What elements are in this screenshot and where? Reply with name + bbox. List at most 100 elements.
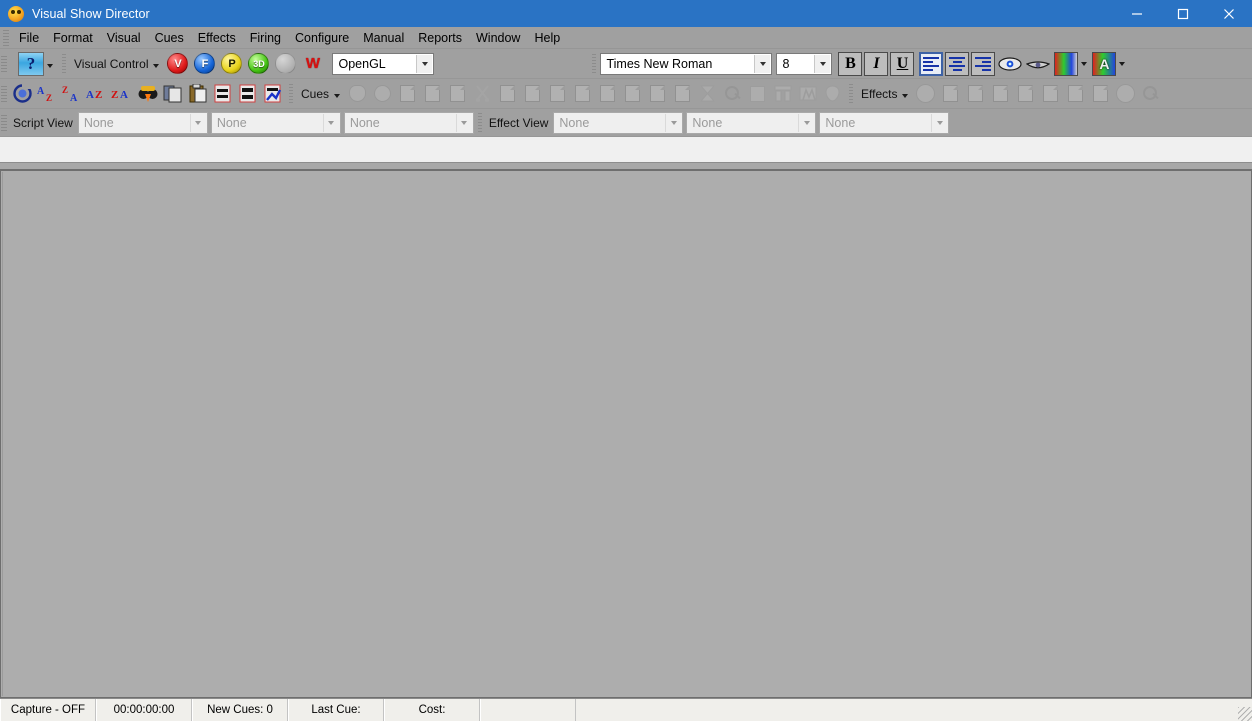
font-family-chevron-down-icon[interactable] xyxy=(754,54,771,73)
sort-za-icon[interactable]: Z A xyxy=(111,83,134,105)
menu-help[interactable]: Help xyxy=(527,29,567,47)
font-size-value: 8 xyxy=(782,56,790,71)
script-view-chevron-down-icon-1[interactable] xyxy=(189,113,206,132)
cue-new-icon xyxy=(346,83,369,105)
fill-color-button[interactable] xyxy=(1054,51,1079,76)
paste-icon[interactable] xyxy=(186,83,209,105)
refresh-icon[interactable] xyxy=(11,83,34,105)
window-title: Visual Show Director xyxy=(32,6,150,21)
doc-replace-icon[interactable] xyxy=(236,83,259,105)
fill-color-chevron-down-icon[interactable] xyxy=(1081,61,1088,66)
align-center-icon[interactable] xyxy=(945,51,970,76)
title-bar: Visual Show Director xyxy=(0,0,1252,27)
resize-grip-icon[interactable] xyxy=(1238,707,1252,721)
menu-window[interactable]: Window xyxy=(469,29,527,47)
svg-text:Z: Z xyxy=(46,93,52,103)
eye-open-icon[interactable] xyxy=(997,53,1023,75)
cue-table-icon xyxy=(771,83,794,105)
toolbar-gap-band xyxy=(0,137,1252,163)
script-view-select-3[interactable]: None xyxy=(343,111,474,134)
workspace-area[interactable] xyxy=(0,169,1252,698)
eye-closed-icon[interactable] xyxy=(1025,53,1051,75)
help-button[interactable]: ? xyxy=(18,51,44,76)
menu-visual[interactable]: Visual xyxy=(100,29,148,47)
menu-effects[interactable]: Effects xyxy=(191,29,243,47)
visual-button[interactable]: V xyxy=(167,53,189,74)
script-view-value-3: None xyxy=(349,115,380,130)
effect-circle-icon xyxy=(914,83,937,105)
copy-icon[interactable] xyxy=(161,83,184,105)
toolbar-grip-1[interactable] xyxy=(1,55,7,72)
doc-insert-icon[interactable] xyxy=(211,83,234,105)
toolbar-separator-3 xyxy=(289,83,293,104)
visual-control-label: Visual Control xyxy=(74,56,149,71)
effect-view-select-2[interactable]: None xyxy=(686,111,817,134)
effect-view-chevron-down-icon-2[interactable] xyxy=(798,113,815,132)
effect-view-select-3[interactable]: None xyxy=(819,111,950,134)
align-right-icon[interactable] xyxy=(971,51,996,76)
cue-paste-icon xyxy=(446,83,469,105)
three-d-button[interactable]: 3D xyxy=(248,53,270,74)
script-view-value-1: None xyxy=(83,115,114,130)
sort-az-icon[interactable]: A Z xyxy=(86,83,109,105)
maximize-button[interactable] xyxy=(1160,0,1206,27)
effect-view-chevron-down-icon-3[interactable] xyxy=(931,113,948,132)
toolbar-separator-4 xyxy=(849,83,854,104)
script-view-label: Script View xyxy=(13,115,73,130)
underline-button[interactable]: U xyxy=(890,51,915,76)
toolbar-grip-2[interactable] xyxy=(1,85,7,102)
visual-control-dropdown-icon[interactable] xyxy=(153,64,160,68)
waveform-button[interactable]: W xyxy=(302,53,323,74)
menu-file[interactable]: File xyxy=(12,29,46,47)
effect-view-value-2: None xyxy=(692,115,723,130)
font-size-select[interactable]: 8 xyxy=(776,52,833,75)
doc-edit-icon[interactable] xyxy=(261,83,284,105)
preview-button[interactable]: P xyxy=(221,53,243,74)
workspace-canvas[interactable] xyxy=(2,172,1250,696)
effect-doc2-icon xyxy=(964,83,987,105)
bold-button[interactable]: B xyxy=(838,51,863,76)
minimize-button[interactable] xyxy=(1114,0,1160,27)
toolbar-grip-3[interactable] xyxy=(1,114,7,131)
script-view-chevron-down-icon-2[interactable] xyxy=(322,113,339,132)
effect-view-chevron-down-icon-1[interactable] xyxy=(665,113,682,132)
effect-doc5-icon xyxy=(1039,83,1062,105)
menu-manual[interactable]: Manual xyxy=(356,29,411,47)
effect-doc3-icon xyxy=(989,83,1012,105)
status-bar: Capture - OFF 00:00:00:00 New Cues: 0 La… xyxy=(0,698,1252,721)
script-view-select-1[interactable]: None xyxy=(77,111,208,134)
text-color-button[interactable] xyxy=(1092,51,1117,76)
text-color-chevron-down-icon[interactable] xyxy=(1119,61,1126,66)
script-view-select-2[interactable]: None xyxy=(210,111,341,134)
help-dropdown-icon[interactable] xyxy=(47,64,53,68)
cue-shield-icon xyxy=(821,83,844,105)
sort-az-down-icon[interactable]: A Z xyxy=(36,83,59,105)
cue-doc4-icon xyxy=(546,83,569,105)
menu-configure[interactable]: Configure xyxy=(288,29,356,47)
fire-button[interactable]: F xyxy=(194,53,216,74)
menu-format[interactable]: Format xyxy=(46,29,100,47)
effect-doc4-icon xyxy=(1014,83,1037,105)
close-button[interactable] xyxy=(1206,0,1252,27)
italic-button[interactable]: I xyxy=(864,51,889,76)
cues-dropdown-icon[interactable] xyxy=(334,94,341,98)
cues-label: Cues xyxy=(301,86,330,101)
sort-za-up-icon[interactable]: Z A xyxy=(61,83,84,105)
align-left-icon[interactable] xyxy=(919,51,944,76)
font-size-chevron-down-icon[interactable] xyxy=(814,54,831,73)
menu-cues[interactable]: Cues xyxy=(148,29,191,47)
font-family-select[interactable]: Times New Roman xyxy=(600,52,773,75)
cue-hourglass-icon xyxy=(696,83,719,105)
cue-doc5-icon xyxy=(571,83,594,105)
effect-view-value-3: None xyxy=(825,115,856,130)
renderer-chevron-down-icon[interactable] xyxy=(416,54,433,73)
menu-reports[interactable]: Reports xyxy=(411,29,469,47)
script-view-chevron-down-icon-3[interactable] xyxy=(455,113,472,132)
menu-grip-handle[interactable] xyxy=(3,29,9,46)
effect-view-select-1[interactable]: None xyxy=(553,111,684,134)
toolbar-separator-1 xyxy=(62,53,66,74)
effects-dropdown-icon[interactable] xyxy=(902,94,909,98)
renderer-select[interactable]: OpenGL xyxy=(332,52,435,75)
menu-firing[interactable]: Firing xyxy=(243,29,288,47)
find-binoculars-icon[interactable] xyxy=(136,83,159,105)
